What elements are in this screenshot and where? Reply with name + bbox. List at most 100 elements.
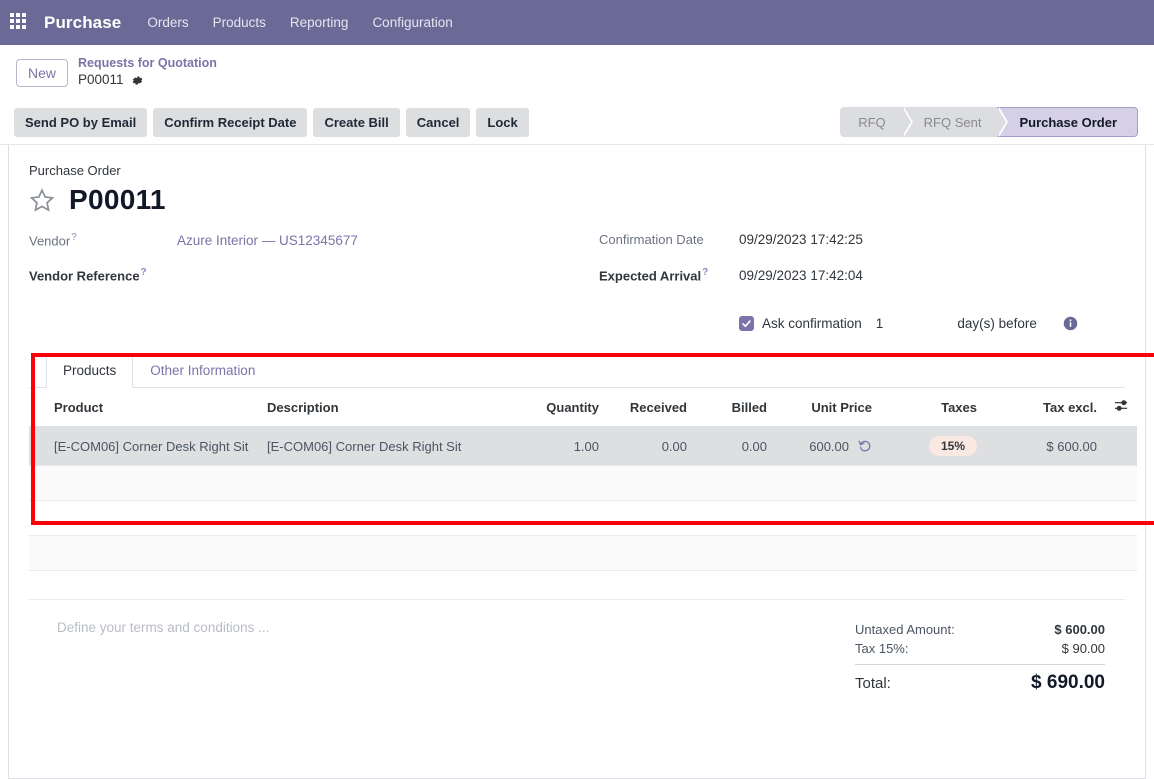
- ask-confirmation-checkbox[interactable]: [739, 316, 754, 331]
- column-header-quantity[interactable]: Quantity: [509, 388, 607, 427]
- record-title-row: P00011: [29, 184, 1125, 216]
- tab-products[interactable]: Products: [46, 353, 134, 388]
- history-icon[interactable]: [858, 439, 872, 453]
- column-header-product[interactable]: Product: [29, 388, 259, 427]
- status-stage-rfq[interactable]: RFQ: [840, 107, 914, 137]
- field-vendor-value[interactable]: Azure Interior — US12345677: [177, 233, 358, 248]
- field-confirmation-date-label: Confirmation Date: [599, 232, 704, 247]
- total-label: Total:: [855, 675, 891, 692]
- field-expected-arrival-row: Expected Arrival? 09/29/2023 17:42:04: [599, 267, 1125, 302]
- field-expected-arrival-value[interactable]: 09/29/2023 17:42:04: [739, 268, 863, 283]
- nav-item-products[interactable]: Products: [213, 15, 266, 30]
- total-value: $ 690.00: [1031, 672, 1105, 693]
- form-sheet-wrapper: Purchase Order P00011 Vendor? Azure Inte…: [0, 145, 1154, 779]
- optional-columns-cell: [1105, 388, 1137, 427]
- ask-confirmation-days-input[interactable]: 1: [876, 316, 884, 331]
- column-header-unit-price[interactable]: Unit Price: [775, 388, 880, 427]
- total-untaxed-label: Untaxed Amount:: [855, 622, 955, 637]
- empty-row-cell[interactable]: [29, 465, 1137, 501]
- total-tax-value: $ 90.00: [1061, 641, 1105, 656]
- empty-row[interactable]: [29, 535, 1137, 571]
- nav-item-reporting[interactable]: Reporting: [290, 15, 349, 30]
- confirm-receipt-date-button[interactable]: Confirm Receipt Date: [153, 107, 308, 137]
- order-lines-table: Product Description Quantity Received Bi…: [29, 388, 1137, 571]
- cell-description[interactable]: [E-COM06] Corner Desk Right Sit: [259, 426, 509, 466]
- apps-grid-icon[interactable]: [10, 12, 30, 33]
- tax-badge: 15%: [928, 436, 977, 456]
- star-icon[interactable]: [29, 187, 55, 213]
- cell-unit-price[interactable]: 600.00: [775, 426, 880, 466]
- app-brand-purchase[interactable]: Purchase: [44, 13, 121, 33]
- create-bill-button[interactable]: Create Bill: [313, 107, 400, 137]
- field-vendor-reference-label-text: Vendor Reference: [29, 268, 140, 284]
- column-header-description[interactable]: Description: [259, 388, 509, 427]
- cell-billed[interactable]: 0.00: [695, 426, 775, 466]
- nav-item-configuration[interactable]: Configuration: [372, 15, 452, 30]
- notebook: Products Other Information Product Descr…: [29, 353, 1154, 571]
- page-title: P00011: [69, 184, 166, 215]
- vendor-reference-help-icon[interactable]: ?: [141, 267, 147, 278]
- status-pipeline: RFQ RFQ Sent Purchase Order: [840, 107, 1138, 137]
- form-column-right: Confirmation Date 09/29/2023 17:42:25 Ex…: [599, 232, 1125, 331]
- column-header-taxes[interactable]: Taxes: [880, 388, 985, 427]
- status-stage-rfq-sent[interactable]: RFQ Sent: [901, 107, 1009, 137]
- empty-row-cell[interactable]: [29, 500, 1137, 536]
- tab-other-information[interactable]: Other Information: [133, 353, 272, 388]
- form-sheet: Purchase Order P00011 Vendor? Azure Inte…: [8, 145, 1154, 779]
- breadcrumb-bar: New Requests for Quotation P00011: [0, 45, 1154, 100]
- terms-and-conditions-input[interactable]: Define your terms and conditions ...: [57, 620, 269, 635]
- cell-quantity[interactable]: 1.00: [509, 426, 607, 466]
- total-untaxed-row: Untaxed Amount: $ 600.00: [855, 620, 1105, 639]
- field-vendor-label: Vendor?: [29, 232, 177, 248]
- new-record-button[interactable]: New: [16, 58, 69, 87]
- ask-confirmation-label: Ask confirmation: [762, 316, 862, 331]
- action-button-group: Send PO by Email Confirm Receipt Date Cr…: [14, 107, 529, 137]
- lock-button[interactable]: Lock: [476, 107, 529, 137]
- cancel-button[interactable]: Cancel: [405, 107, 471, 137]
- table-row[interactable]: [E-COM06] Corner Desk Right Sit [E-COM06…: [29, 426, 1137, 466]
- total-row: Total: $ 690.00: [855, 664, 1105, 696]
- ask-confirmation-row: Ask confirmation 1 day(s) before: [599, 316, 1125, 331]
- control-panel: Send PO by Email Confirm Receipt Date Cr…: [0, 100, 1154, 145]
- form-type-label: Purchase Order: [29, 163, 121, 178]
- empty-row[interactable]: [29, 465, 1137, 501]
- expected-arrival-help-icon[interactable]: ?: [702, 267, 708, 278]
- column-header-received[interactable]: Received: [607, 388, 695, 427]
- top-navbar: Purchase Orders Products Reporting Confi…: [0, 0, 1154, 45]
- field-confirmation-date-value: 09/29/2023 17:42:25: [739, 232, 863, 247]
- breadcrumb-parent-link[interactable]: Requests for Quotation: [78, 56, 217, 72]
- form-columns: Vendor? Azure Interior — US12345677 Vend…: [29, 232, 1125, 331]
- total-tax-row: Tax 15%: $ 90.00: [855, 639, 1105, 658]
- totals-block: Untaxed Amount: $ 600.00 Tax 15%: $ 90.0…: [855, 620, 1105, 696]
- column-header-billed[interactable]: Billed: [695, 388, 775, 427]
- send-po-by-email-button[interactable]: Send PO by Email: [14, 107, 148, 137]
- cell-taxes[interactable]: 15%: [880, 426, 985, 466]
- notebook-tabs: Products Other Information: [29, 353, 1125, 388]
- empty-row-cell[interactable]: [29, 535, 1137, 571]
- sliders-icon[interactable]: [1114, 398, 1129, 413]
- column-header-tax-excl[interactable]: Tax excl.: [985, 388, 1105, 427]
- status-stage-purchase-order[interactable]: Purchase Order: [997, 107, 1138, 137]
- cell-product[interactable]: [E-COM06] Corner Desk Right Sit: [29, 426, 259, 466]
- cell-received[interactable]: 0.00: [607, 426, 695, 466]
- sheet-footer: Define your terms and conditions ... Unt…: [29, 599, 1125, 696]
- vendor-help-icon[interactable]: ?: [71, 232, 77, 243]
- gear-icon[interactable]: [131, 74, 144, 87]
- cell-unit-price-value: 600.00: [809, 438, 849, 454]
- field-expected-arrival-label: Expected Arrival?: [599, 267, 739, 283]
- field-confirmation-date-row: Confirmation Date 09/29/2023 17:42:25: [599, 232, 1125, 267]
- order-lines-body: [E-COM06] Corner Desk Right Sit [E-COM06…: [29, 426, 1137, 571]
- field-expected-arrival-label-text: Expected Arrival: [599, 268, 702, 284]
- table-header-row: Product Description Quantity Received Bi…: [29, 388, 1137, 427]
- empty-row[interactable]: [29, 500, 1137, 536]
- nav-item-orders[interactable]: Orders: [147, 15, 188, 30]
- ask-confirmation-unit-label: day(s) before: [957, 316, 1037, 331]
- order-lines-header: Product Description Quantity Received Bi…: [29, 388, 1137, 427]
- total-untaxed-value: $ 600.00: [1054, 622, 1105, 637]
- info-icon[interactable]: [1063, 316, 1078, 331]
- cell-tax-excl: $ 600.00: [985, 426, 1105, 466]
- breadcrumb: Requests for Quotation P00011: [78, 56, 217, 89]
- field-vendor-row: Vendor? Azure Interior — US12345677: [29, 232, 599, 267]
- total-tax-label[interactable]: Tax 15%:: [855, 641, 908, 656]
- form-body: Purchase Order P00011 Vendor? Azure Inte…: [9, 145, 1154, 696]
